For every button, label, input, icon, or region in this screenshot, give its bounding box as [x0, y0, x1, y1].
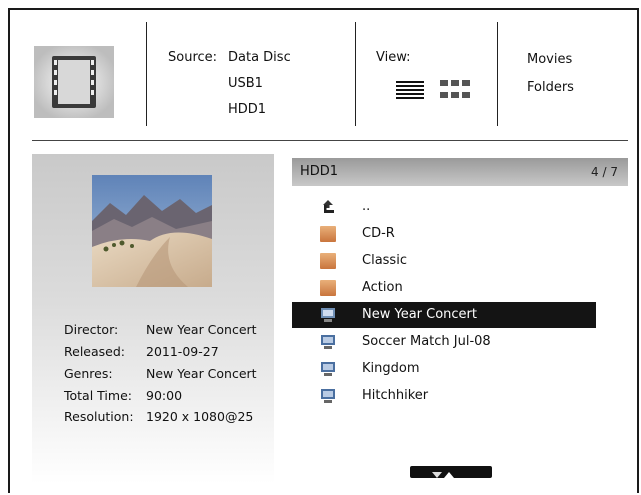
view-label: View: [376, 50, 411, 65]
scroll-down-icon [432, 472, 442, 478]
list-item-cd-r[interactable]: CD-R [292, 221, 596, 247]
header-divider [146, 22, 147, 126]
list-item-label: Soccer Match Jul-08 [362, 334, 491, 349]
list-item-label: CD-R [362, 226, 395, 241]
list-item-label: New Year Concert [362, 307, 478, 322]
list-item-hitchhiker[interactable]: Hitchhiker [292, 383, 596, 409]
total-time-label: Total Time: [64, 388, 132, 403]
list-view-icon[interactable] [396, 81, 424, 101]
list-item-label: .. [362, 199, 371, 214]
list-item-kingdom[interactable]: Kingdom [292, 356, 596, 382]
folder-icon [320, 253, 336, 269]
list-item-label: Hitchhiker [362, 388, 429, 403]
genres-value: New Year Concert [146, 366, 257, 381]
parent-folder-icon [320, 199, 336, 215]
list-item-soccer-match[interactable]: Soccer Match Jul-08 [292, 329, 596, 355]
video-file-icon [320, 307, 336, 323]
header-separator [32, 140, 628, 141]
resolution-value: 1920 x 1080@25 [146, 409, 254, 424]
header-divider [355, 22, 356, 126]
folder-icon [320, 226, 336, 242]
page-scroll-button[interactable] [410, 466, 492, 478]
source-option-data-disc[interactable]: Data Disc [228, 50, 291, 65]
header-divider [497, 22, 498, 126]
film-icon [34, 46, 114, 118]
list-item-action[interactable]: Action [292, 275, 596, 301]
category-movies[interactable]: Movies [527, 52, 572, 67]
released-value: 2011-09-27 [146, 344, 219, 359]
scroll-up-icon [444, 472, 454, 478]
list-item-label: Classic [362, 253, 407, 268]
grid-view-icon[interactable] [440, 80, 470, 102]
video-file-icon [320, 388, 336, 404]
source-option-hdd1[interactable]: HDD1 [228, 102, 266, 117]
list-item-label: Action [362, 280, 403, 295]
list-item-label: Kingdom [362, 361, 420, 376]
list-item-classic[interactable]: Classic [292, 248, 596, 274]
item-position: 4 / 7 [591, 165, 618, 179]
resolution-label: Resolution: [64, 409, 134, 424]
list-item-new-year-concert[interactable]: New Year Concert [292, 302, 596, 328]
list-header-bar: HDD1 4 / 7 [292, 158, 628, 186]
source-label: Source: [168, 50, 218, 65]
total-time-value: 90:00 [146, 388, 183, 403]
current-path: HDD1 [300, 164, 339, 179]
media-thumbnail [92, 175, 212, 287]
director-label: Director: [64, 322, 119, 337]
folder-icon [320, 280, 336, 296]
source-option-usb1[interactable]: USB1 [228, 76, 263, 91]
video-file-icon [320, 361, 336, 377]
video-file-icon [320, 334, 336, 350]
released-label: Released: [64, 344, 125, 359]
director-value: New Year Concert [146, 322, 257, 337]
genres-label: Genres: [64, 366, 113, 381]
category-folders[interactable]: Folders [527, 80, 574, 95]
list-item-parent[interactable]: .. [292, 194, 596, 220]
